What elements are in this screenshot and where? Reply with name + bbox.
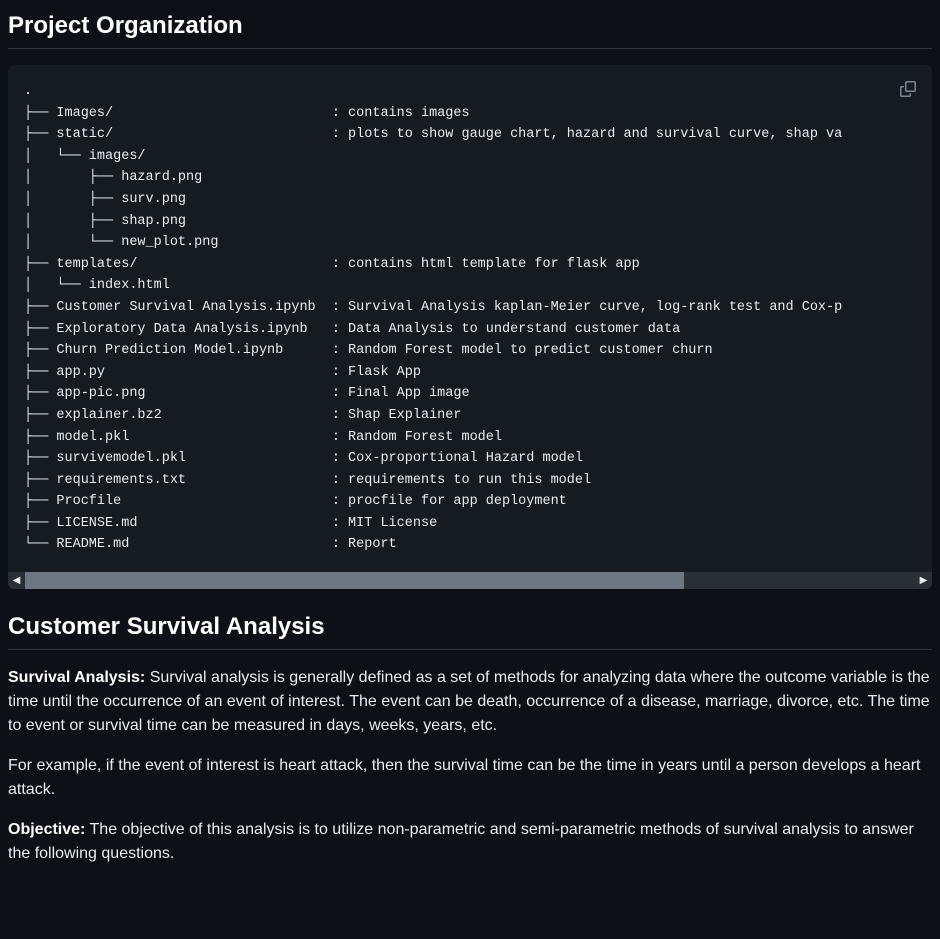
heading-customer-survival-analysis: Customer Survival Analysis	[8, 613, 932, 650]
bold-label: Survival Analysis:	[8, 669, 145, 686]
copy-button[interactable]	[894, 75, 922, 103]
code-content: . ├── Images/ : contains images ├── stat…	[24, 81, 916, 556]
code-block: . ├── Images/ : contains images ├── stat…	[8, 65, 932, 589]
scroll-track[interactable]	[25, 572, 915, 589]
paragraph-text: Survival analysis is generally defined a…	[8, 669, 930, 734]
paragraph-example: For example, if the event of interest is…	[8, 754, 932, 802]
paragraph-objective: Objective: The objective of this analysi…	[8, 818, 932, 866]
scroll-right-arrow-icon[interactable]: ▶	[915, 572, 932, 589]
horizontal-scrollbar[interactable]: ◀ ▶	[8, 572, 932, 589]
paragraph-survival-analysis: Survival Analysis: Survival analysis is …	[8, 666, 932, 738]
scroll-thumb[interactable]	[25, 572, 684, 589]
scroll-left-arrow-icon[interactable]: ◀	[8, 572, 25, 589]
paragraph-text: The objective of this analysis is to uti…	[8, 821, 914, 862]
bold-label: Objective:	[8, 821, 85, 838]
copy-icon	[900, 81, 916, 97]
heading-project-organization: Project Organization	[8, 12, 932, 49]
